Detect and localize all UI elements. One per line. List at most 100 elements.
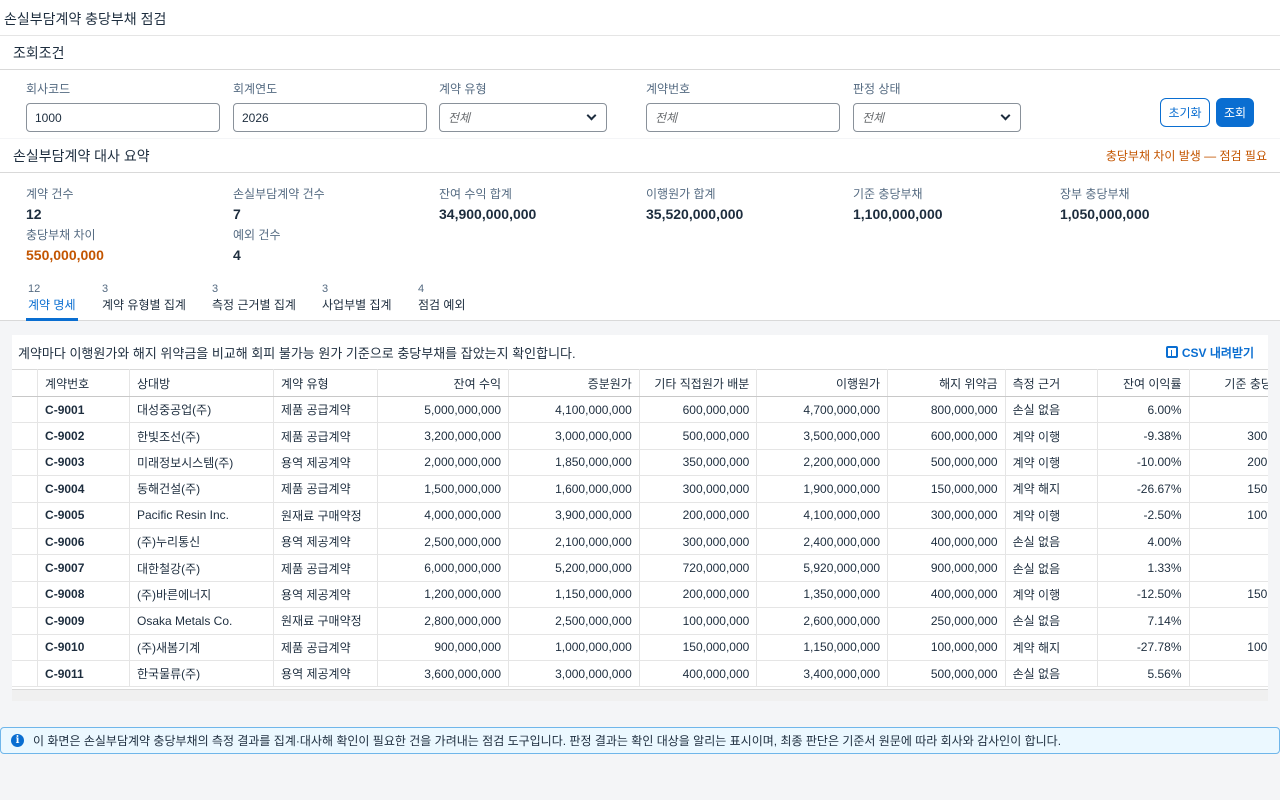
- table-row[interactable]: C-9011 한국물류(주) 용역 제공계약 3,600,000,000 3,000,0…: [12, 660, 1268, 688]
- kpi-label: 잔여 수익 합계: [439, 187, 512, 201]
- row-selector[interactable]: [12, 554, 39, 582]
- kpi-value: 7: [233, 206, 241, 222]
- column-header[interactable]: 상대방: [129, 369, 275, 397]
- table-cell: 300,000,000: [639, 475, 758, 503]
- row-selector[interactable]: [12, 422, 39, 450]
- table-cell: 500,000,000: [887, 449, 1006, 477]
- table-cell: 3,500,000,000: [756, 422, 889, 450]
- table-row[interactable]: C-9001 대성중공업(주) 제품 공급계약 5,000,000,000 4,100,…: [12, 396, 1268, 424]
- judgement-select[interactable]: 전체: [853, 103, 1021, 132]
- table-cell: 2,200,000,000: [756, 449, 889, 477]
- table-cell: 1,150,000,000: [508, 581, 640, 609]
- horizontal-scrollbar[interactable]: [12, 689, 1268, 701]
- table-cell: 300,000,000: [639, 528, 758, 556]
- table-cell: (주)누리통신: [129, 528, 275, 556]
- tab-label: 계약 유형별 집계: [102, 298, 186, 312]
- row-selector[interactable]: [12, 660, 39, 688]
- table-row[interactable]: C-9006 (주)누리통신 용역 제공계약 2,500,000,000 2,100,0…: [12, 528, 1268, 556]
- tab-label: 사업부별 집계: [322, 298, 392, 312]
- table-cell: 400,000,000: [639, 660, 758, 688]
- table-cell: 200,000,: [1189, 449, 1268, 477]
- table-cell: 300,000,000: [887, 502, 1006, 529]
- row-selector[interactable]: [12, 449, 39, 477]
- row-selector[interactable]: [12, 607, 39, 635]
- table-row[interactable]: C-9002 한빛조선(주) 제품 공급계약 3,200,000,000 3,000,0…: [12, 422, 1268, 450]
- table-cell: 7.14%: [1097, 607, 1190, 635]
- tab-exceptions[interactable]: 4 점검 예외: [418, 283, 466, 321]
- table-row[interactable]: C-9005 Pacific Resin Inc. 원재료 구매약정 4,000,00…: [12, 502, 1268, 529]
- table-cell: 600,000,000: [887, 422, 1006, 450]
- column-header[interactable]: 계약번호: [37, 369, 130, 397]
- table-cell: C-9001: [37, 396, 130, 424]
- tab-by-division[interactable]: 3 사업부별 집계: [322, 283, 392, 321]
- kpi-label: 계약 건수: [26, 187, 74, 201]
- table-cell: 5,000,000,000: [377, 396, 510, 424]
- column-header[interactable]: 이행원가: [756, 369, 889, 397]
- kpi-label: 이행원가 합계: [646, 187, 716, 201]
- contract-type-select[interactable]: 전체: [439, 103, 607, 132]
- summary-panel: 손실부담계약 대사 요약 충당부채 차이 발생 — 점검 필요 계약 건수 12…: [0, 139, 1280, 271]
- column-header[interactable]: 기타 직접원가 배분: [639, 369, 758, 397]
- column-header[interactable]: 측정 근거: [1005, 369, 1098, 397]
- table-row[interactable]: C-9007 대한철강(주) 제품 공급계약 6,000,000,000 5,200,0…: [12, 554, 1268, 582]
- fiscal-year-input[interactable]: 2026: [233, 103, 427, 132]
- table-cell: C-9005: [37, 502, 130, 529]
- table-row[interactable]: C-9003 미래정보시스템(주) 용역 제공계약 2,000,000,000 1,85…: [12, 449, 1268, 477]
- search-button[interactable]: 조회: [1216, 98, 1254, 127]
- table-cell: 2,000,000,000: [377, 449, 510, 477]
- column-header[interactable]: 잔여 수익: [377, 369, 510, 397]
- table-cell: 4,000,000,000: [377, 502, 510, 529]
- tab-by-measurement-basis[interactable]: 3 측정 근거별 집계: [212, 283, 296, 321]
- row-selector[interactable]: [12, 634, 39, 661]
- table-cell: 제품 공급계약: [273, 422, 379, 450]
- kpi-label: 손실부담계약 건수: [233, 187, 325, 201]
- row-selector[interactable]: [12, 475, 39, 503]
- table-cell: (주)새봄기계: [129, 634, 275, 661]
- row-selector[interactable]: [12, 581, 39, 609]
- csv-download-button[interactable]: CSV 내려받기: [1165, 344, 1254, 361]
- table-cell: 5,200,000,000: [508, 554, 640, 582]
- summary-header: 손실부담계약 대사 요약 충당부채 차이 발생 — 점검 필요: [0, 139, 1280, 173]
- table-cell: 용역 제공계약: [273, 449, 379, 477]
- table-row[interactable]: C-9008 (주)바른에너지 용역 제공계약 1,200,000,000 1,150,…: [12, 581, 1268, 609]
- fiscal-year-value: 2026: [242, 110, 269, 125]
- company-code-input[interactable]: 1000: [26, 103, 220, 132]
- table-cell: C-9004: [37, 475, 130, 503]
- row-selector[interactable]: [12, 528, 39, 556]
- table-cell: 대성중공업(주): [129, 396, 275, 424]
- kpi-contract-count: 계약 건수 12: [26, 185, 74, 222]
- tab-by-contract-type[interactable]: 3 계약 유형별 집계: [102, 283, 186, 321]
- kpi-label: 예외 건수: [233, 228, 281, 242]
- table-cell: 대한철강(주): [129, 554, 275, 582]
- table-cell: -27.78%: [1097, 634, 1190, 661]
- table-cell: 손실 없음: [1005, 528, 1098, 556]
- column-header[interactable]: 해지 위약금: [887, 369, 1006, 397]
- table-cell: -26.67%: [1097, 475, 1190, 503]
- table-cell: 250,000,000: [887, 607, 1006, 635]
- info-notice: i 이 화면은 손실부담계약 충당부채의 측정 결과를 집계·대사해 확인이 필…: [0, 727, 1280, 754]
- table-cell: 손실 없음: [1005, 554, 1098, 582]
- table-cell: 계약 이행: [1005, 449, 1098, 477]
- row-selector[interactable]: [12, 502, 39, 529]
- row-selector[interactable]: [12, 396, 39, 424]
- table-cell: -10.00%: [1097, 449, 1190, 477]
- table-cell: 400,000,000: [887, 528, 1006, 556]
- contract-table-panel: 계약마다 이행원가와 해지 위약금을 비교해 회피 불가능 원가 기준으로 충당…: [12, 335, 1268, 701]
- filter-section-title: 조회조건: [13, 44, 65, 61]
- tab-contract-details[interactable]: 12 계약 명세: [26, 283, 78, 321]
- reset-button[interactable]: 초기화: [1160, 98, 1210, 127]
- table-cell: 500,000,000: [639, 422, 758, 450]
- contract-no-input[interactable]: 전체: [646, 103, 840, 132]
- column-header[interactable]: 기준 충당부채: [1189, 369, 1268, 397]
- column-header[interactable]: 증분원가: [508, 369, 640, 397]
- column-header[interactable]: 잔여 이익률: [1097, 369, 1190, 397]
- table-cell: C-9009: [37, 607, 130, 635]
- info-icon: i: [11, 734, 24, 747]
- table-cell: 1,350,000,000: [756, 581, 889, 609]
- table-row[interactable]: C-9004 동해건설(주) 제품 공급계약 1,500,000,000 1,600,0…: [12, 475, 1268, 503]
- table-cell: 1,900,000,000: [756, 475, 889, 503]
- table-row[interactable]: C-9010 (주)새봄기계 제품 공급계약 900,000,000 1,000,000…: [12, 634, 1268, 661]
- kpi-label: 장부 충당부채: [1060, 187, 1130, 201]
- column-header[interactable]: 계약 유형: [273, 369, 379, 397]
- table-row[interactable]: C-9009 Osaka Metals Co. 원재료 구매약정 2,800,000,…: [12, 607, 1268, 635]
